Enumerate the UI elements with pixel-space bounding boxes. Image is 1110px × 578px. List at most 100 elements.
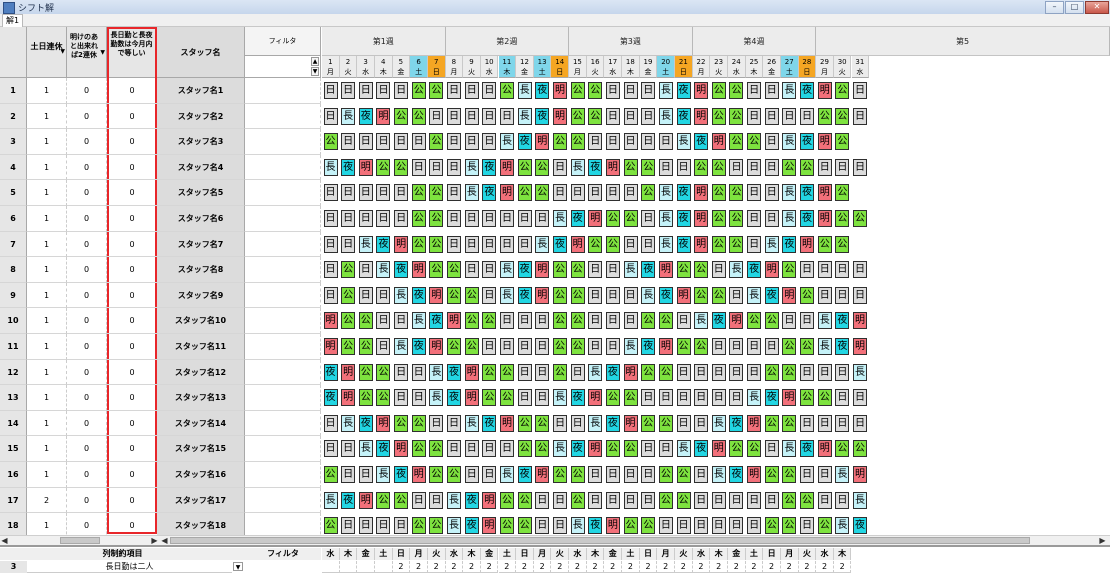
shift-cell[interactable]: 公 xyxy=(447,286,462,304)
shift-cell[interactable]: 夜 xyxy=(464,517,479,535)
shift-cell[interactable]: 日 xyxy=(429,491,444,509)
shift-cell[interactable]: 夜 xyxy=(800,440,815,458)
shift-cell[interactable]: 夜 xyxy=(800,133,815,151)
dropdown-arrow-icon[interactable]: ▼ xyxy=(100,48,105,57)
shift-cell[interactable]: 日 xyxy=(358,210,373,227)
shift-cell[interactable]: 明 xyxy=(394,440,409,458)
shift-cell[interactable]: 日 xyxy=(464,107,479,125)
shift-cell[interactable]: 夜 xyxy=(341,491,356,509)
shift-cell[interactable]: 長 xyxy=(747,286,762,304)
after-night-off-value[interactable]: 0 xyxy=(67,410,107,437)
shift-cell[interactable]: 日 xyxy=(394,517,409,535)
shift-cell[interactable]: 長 xyxy=(447,517,462,535)
shift-cell[interactable]: 長 xyxy=(552,440,567,458)
shift-cell[interactable]: 日 xyxy=(711,491,726,509)
constraint-value[interactable]: 2 xyxy=(445,561,464,573)
long-shift-balance-value[interactable]: 0 xyxy=(107,155,157,181)
shift-cell[interactable]: 日 xyxy=(676,158,691,176)
shift-cell[interactable]: 公 xyxy=(570,261,585,279)
shift-cell[interactable]: 日 xyxy=(482,210,497,227)
shift-cell[interactable]: 明 xyxy=(588,210,603,227)
consecutive-weekend-value[interactable]: 1 xyxy=(27,154,67,181)
shift-cell[interactable]: 日 xyxy=(588,286,603,304)
shift-cell[interactable]: 日 xyxy=(747,235,762,253)
shift-cell[interactable]: 日 xyxy=(641,466,656,483)
shift-cell[interactable]: 公 xyxy=(711,210,726,227)
shift-cell[interactable]: 長 xyxy=(623,338,638,355)
shift-cell[interactable]: 日 xyxy=(641,107,656,125)
shift-cell[interactable]: 公 xyxy=(464,286,479,304)
header-after-night-off[interactable]: 明けのあと出来れば2連休 ▼ xyxy=(67,27,107,78)
constraint-value[interactable]: 2 xyxy=(675,561,693,573)
shift-cell[interactable]: 公 xyxy=(729,210,744,227)
shift-cell[interactable]: 日 xyxy=(782,107,797,125)
consecutive-weekend-value[interactable]: 1 xyxy=(27,78,67,104)
shift-cell[interactable]: 日 xyxy=(800,466,815,483)
shift-cell[interactable]: 公 xyxy=(500,363,514,381)
filter-cell[interactable] xyxy=(245,462,321,488)
shift-cell[interactable]: 日 xyxy=(605,261,620,279)
shift-cell[interactable]: 公 xyxy=(464,312,479,330)
shift-cell[interactable]: 日 xyxy=(782,312,797,330)
shift-cell[interactable]: 明 xyxy=(429,338,444,355)
shift-cell[interactable]: 日 xyxy=(835,389,850,407)
shift-cell[interactable]: 日 xyxy=(623,235,638,253)
shift-cell[interactable]: 日 xyxy=(323,414,338,432)
shift-cell[interactable]: 長 xyxy=(782,184,797,202)
shift-cell[interactable]: 明 xyxy=(676,286,691,304)
shift-cell[interactable]: 長 xyxy=(517,107,532,125)
shift-cell[interactable]: 公 xyxy=(552,286,567,304)
shift-cell[interactable]: 日 xyxy=(464,133,479,151)
shift-cell[interactable]: 公 xyxy=(605,440,620,458)
shift-cell[interactable]: 公 xyxy=(394,491,409,509)
shift-cell[interactable]: 日 xyxy=(658,133,673,151)
shift-cell[interactable]: 長 xyxy=(447,491,462,509)
shift-cell[interactable]: 日 xyxy=(729,158,744,176)
shift-cell[interactable]: 明 xyxy=(658,261,673,279)
shift-cell[interactable]: 公 xyxy=(641,312,656,330)
shift-cell[interactable]: 明 xyxy=(464,389,479,407)
shift-cell[interactable]: 公 xyxy=(676,466,691,483)
shift-cell[interactable]: 日 xyxy=(447,184,462,202)
scroll-right-icon[interactable]: ▶ xyxy=(150,536,159,545)
shift-cell[interactable]: 公 xyxy=(764,363,779,381)
shift-cell[interactable]: 日 xyxy=(641,440,656,458)
sheet-tab[interactable]: 解1 xyxy=(2,14,24,27)
shift-cell[interactable]: 夜 xyxy=(517,261,532,279)
shift-cell[interactable]: 公 xyxy=(429,82,444,99)
shift-cell[interactable]: 日 xyxy=(729,491,744,509)
shift-cell[interactable]: 日 xyxy=(552,414,567,432)
shift-cell[interactable]: 長 xyxy=(570,158,585,176)
scrollbar-thumb-left[interactable] xyxy=(60,537,100,544)
shift-cell[interactable]: 公 xyxy=(623,210,638,227)
shift-cell[interactable]: 日 xyxy=(658,389,673,407)
shift-cell[interactable]: 公 xyxy=(570,338,585,355)
shift-cell[interactable]: 日 xyxy=(447,210,462,227)
shift-cell[interactable]: 日 xyxy=(358,286,373,304)
shift-cell[interactable]: 公 xyxy=(570,491,585,509)
after-night-off-value[interactable]: 0 xyxy=(67,487,107,514)
shift-cell[interactable]: 日 xyxy=(376,338,391,355)
shift-cell[interactable]: 明 xyxy=(482,517,497,535)
after-night-off-value[interactable]: 0 xyxy=(67,129,107,155)
shift-cell[interactable]: 公 xyxy=(676,338,691,355)
shift-cell[interactable]: 日 xyxy=(676,517,691,535)
shift-cell[interactable]: 日 xyxy=(535,491,550,509)
shift-cell[interactable]: 日 xyxy=(747,82,762,99)
shift-cell[interactable]: 日 xyxy=(447,440,462,458)
long-shift-balance-value[interactable]: 0 xyxy=(107,78,157,104)
shift-cell[interactable]: 公 xyxy=(500,491,514,509)
shift-cell[interactable]: 公 xyxy=(729,82,744,99)
shift-cell[interactable]: 日 xyxy=(676,363,691,381)
shift-cell[interactable]: 明 xyxy=(358,158,373,176)
shift-cell[interactable]: 明 xyxy=(605,517,620,535)
shift-cell[interactable]: 公 xyxy=(429,133,444,151)
shift-cell[interactable]: 公 xyxy=(747,312,762,330)
shift-cell[interactable]: 明 xyxy=(711,133,726,151)
shift-cell[interactable]: 長 xyxy=(464,184,479,202)
maximize-button[interactable]: □ xyxy=(1065,1,1084,14)
shift-cell[interactable]: 日 xyxy=(835,158,850,176)
shift-cell[interactable]: 日 xyxy=(341,235,356,253)
shift-cell[interactable]: 日 xyxy=(623,312,638,330)
shift-cell[interactable]: 公 xyxy=(535,158,550,176)
